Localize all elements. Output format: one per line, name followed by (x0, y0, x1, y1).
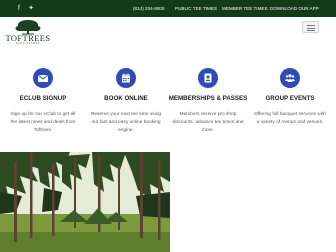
calendar-icon[interactable] (116, 68, 136, 88)
download-app-link[interactable]: DOWNLOAD OUR APP (270, 0, 319, 17)
feature-row: ECLUB SIGNUP Sign up for our eClub to ge… (0, 60, 336, 152)
top-bar: f ✦ (814) 234-8000 PUBLIC TEE TIMES MEMB… (0, 0, 336, 17)
pine-forest-photo (0, 152, 170, 252)
feature-book-online[interactable]: BOOK ONLINE Reserve your next tee time u… (86, 60, 166, 152)
member-tee-times-link[interactable]: MEMBER TEE TIMES (222, 0, 268, 17)
public-tee-times-link[interactable]: PUBLIC TEE TIMES (175, 0, 217, 17)
feature-group-events[interactable]: GROUP EVENTS Offering full banquet servi… (250, 60, 330, 152)
id-card-icon[interactable] (198, 68, 218, 88)
feature-title: ECLUB SIGNUP (19, 95, 67, 102)
twitter-icon[interactable]: ✦ (25, 3, 37, 14)
feature-memberships[interactable]: MEMBERSHIPS & PASSES Members receive pro… (168, 60, 248, 152)
phone-link[interactable]: (814) 234-8000 (133, 0, 164, 17)
feature-eclub[interactable]: ECLUB SIGNUP Sign up for our eClub to ge… (3, 60, 83, 152)
feature-description: Members receive pro shop discounts, adva… (172, 112, 244, 133)
feature-description: Sign up for our eClub to get all the lat… (10, 112, 76, 133)
email-icon[interactable] (33, 68, 53, 88)
menu-button[interactable] (302, 21, 319, 33)
logo-tagline: GOLF RESORT (15, 42, 41, 45)
feature-title: GROUP EVENTS (265, 95, 315, 102)
feature-title: MEMBERSHIPS & PASSES (168, 95, 248, 102)
feature-description: Reserve your next tee time using our fas… (90, 112, 162, 133)
group-icon[interactable] (280, 68, 300, 88)
hamburger-icon (307, 25, 315, 26)
feature-title: BOOK ONLINE (104, 95, 148, 102)
feature-description: Offering full banquet services with a va… (254, 112, 326, 125)
facebook-icon[interactable]: f (13, 3, 25, 14)
